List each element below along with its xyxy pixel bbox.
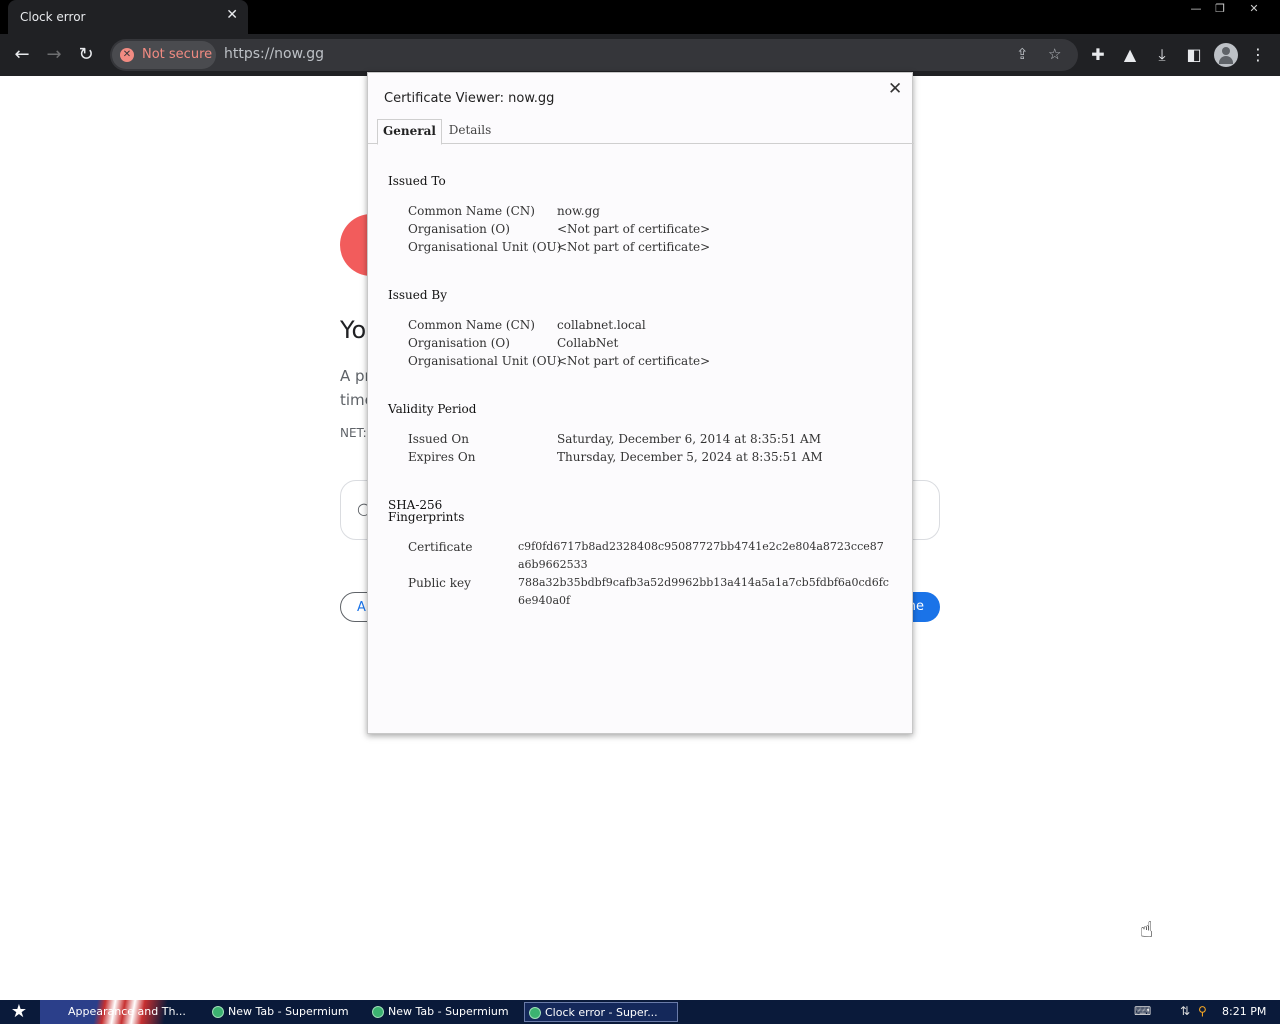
search-icon[interactable]: ⚲ <box>1198 1004 1207 1018</box>
public-key-fp-label: Public key <box>408 576 471 590</box>
issued-by-o-value: CollabNet <box>557 336 619 350</box>
labs-icon[interactable]: ▲ <box>1120 45 1140 64</box>
minimize-button[interactable]: — <box>1185 2 1207 16</box>
taskbar-item-new-tab-1[interactable]: New Tab - Supermium <box>208 1002 358 1022</box>
not-secure-icon: ✕ <box>120 48 134 62</box>
certificate-fp-label: Certificate <box>408 540 473 554</box>
browser-titlebar: Clock error ✕ — ❐ ✕ <box>0 0 1280 34</box>
issued-to-ou-label: Organisational Unit (OU) <box>408 240 562 254</box>
issued-by-ou-value: <Not part of certificate> <box>557 354 711 368</box>
taskbar-item-label: New Tab - Supermium <box>228 1005 349 1018</box>
dialog-tabs: General Details <box>368 119 914 145</box>
hand-cursor-icon: ☝ <box>1140 918 1154 943</box>
issued-by-heading: Issued By <box>388 288 447 302</box>
validity-heading: Validity Period <box>388 402 477 416</box>
close-window-button[interactable]: ✕ <box>1243 2 1265 16</box>
extensions-icon[interactable]: ✚ <box>1088 45 1108 64</box>
error-heading: Yo <box>340 316 367 344</box>
security-chip[interactable]: ✕ Not secure <box>112 41 216 69</box>
public-key-fp-value: 788a32b35bdbf9cafb3a52d9962bb13a414a5a1a… <box>518 576 889 607</box>
issued-by-ou-label: Organisational Unit (OU) <box>408 354 562 368</box>
expires-on-label: Expires On <box>408 450 476 464</box>
taskbar-item-label: Clock error - Super... <box>545 1006 658 1019</box>
taskbar-item-new-tab-2[interactable]: New Tab - Supermium <box>368 1002 518 1022</box>
browser-toolbar: ← → ↻ ✕ Not secure https://now.gg ⇪ ☆ ✚ … <box>0 34 1280 76</box>
dialog-title: Certificate Viewer: now.gg <box>384 91 555 106</box>
side-panel-icon[interactable]: ◧ <box>1184 45 1204 64</box>
back-icon[interactable]: ← <box>10 43 34 67</box>
issued-to-ou-value: <Not part of certificate> <box>557 240 711 254</box>
taskbar-item-label: Appearance and Th... <box>68 1005 186 1018</box>
start-icon[interactable]: ★ <box>4 1001 34 1023</box>
issued-to-heading: Issued To <box>388 174 446 188</box>
address-bar[interactable]: ✕ Not secure https://now.gg ⇪ ☆ <box>110 39 1078 71</box>
download-icon[interactable]: ⤓ <box>1152 45 1172 65</box>
expires-on-value: Thursday, December 5, 2024 at 8:35:51 AM <box>557 450 823 464</box>
close-icon[interactable]: ✕ <box>888 79 902 99</box>
issued-to-cn-value: now.gg <box>557 204 600 218</box>
restore-button[interactable]: ❐ <box>1209 2 1231 16</box>
issued-on-value: Saturday, December 6, 2014 at 8:35:51 AM <box>557 432 822 446</box>
fingerprints-heading-line2: Fingerprints <box>388 510 465 524</box>
profile-icon[interactable] <box>1214 43 1238 67</box>
taskbar-item-appearance[interactable]: Appearance and Th... <box>48 1002 198 1022</box>
taskbar-item-label: New Tab - Supermium <box>388 1005 509 1018</box>
issued-by-cn-value: collabnet.local <box>557 318 646 332</box>
reload-icon[interactable]: ↻ <box>74 43 98 67</box>
browser-globe-icon <box>529 1007 541 1019</box>
url-text[interactable]: https://now.gg <box>224 46 324 62</box>
browser-globe-icon <box>372 1006 384 1018</box>
issued-by-cn-label: Common Name (CN) <box>408 318 535 332</box>
fingerprints-heading: SHA-256 Fingerprints <box>388 499 464 523</box>
taskbar-item-clock-error[interactable]: Clock error - Super... <box>524 1002 678 1022</box>
issued-on-label: Issued On <box>408 432 469 446</box>
issued-to-o-label: Organisation (O) <box>408 222 510 236</box>
tab-general[interactable]: General <box>377 119 442 145</box>
taskbar-clock[interactable]: 8:21 PM <box>1222 1005 1266 1018</box>
issued-to-cn-label: Common Name (CN) <box>408 204 535 218</box>
tab-clock-error[interactable]: Clock error ✕ <box>8 0 248 34</box>
tab-details[interactable]: Details <box>444 119 496 144</box>
menu-icon[interactable]: ⋮ <box>1248 45 1268 64</box>
taskbar: ★ Appearance and Th... New Tab - Supermi… <box>0 1000 1280 1024</box>
issued-to-o-value: <Not part of certificate> <box>557 222 711 236</box>
keyboard-icon[interactable]: ⌨ <box>1134 1004 1151 1018</box>
share-icon[interactable]: ⇪ <box>1016 45 1029 63</box>
issued-by-o-label: Organisation (O) <box>408 336 510 350</box>
forward-icon[interactable]: → <box>42 43 66 67</box>
certificate-fp-value: c9f0fd6717b8ad2328408c95087727bb4741e2c2… <box>518 540 884 571</box>
security-chip-label: Not secure <box>142 47 213 62</box>
star-icon[interactable]: ☆ <box>1048 45 1061 63</box>
network-icon[interactable]: ⇅ <box>1180 1004 1190 1018</box>
browser-globe-icon <box>212 1006 224 1018</box>
certificate-viewer-dialog: Certificate Viewer: now.gg ✕ General Det… <box>367 72 914 734</box>
tab-close-icon[interactable]: ✕ <box>226 7 238 23</box>
tab-title: Clock error <box>20 10 86 24</box>
